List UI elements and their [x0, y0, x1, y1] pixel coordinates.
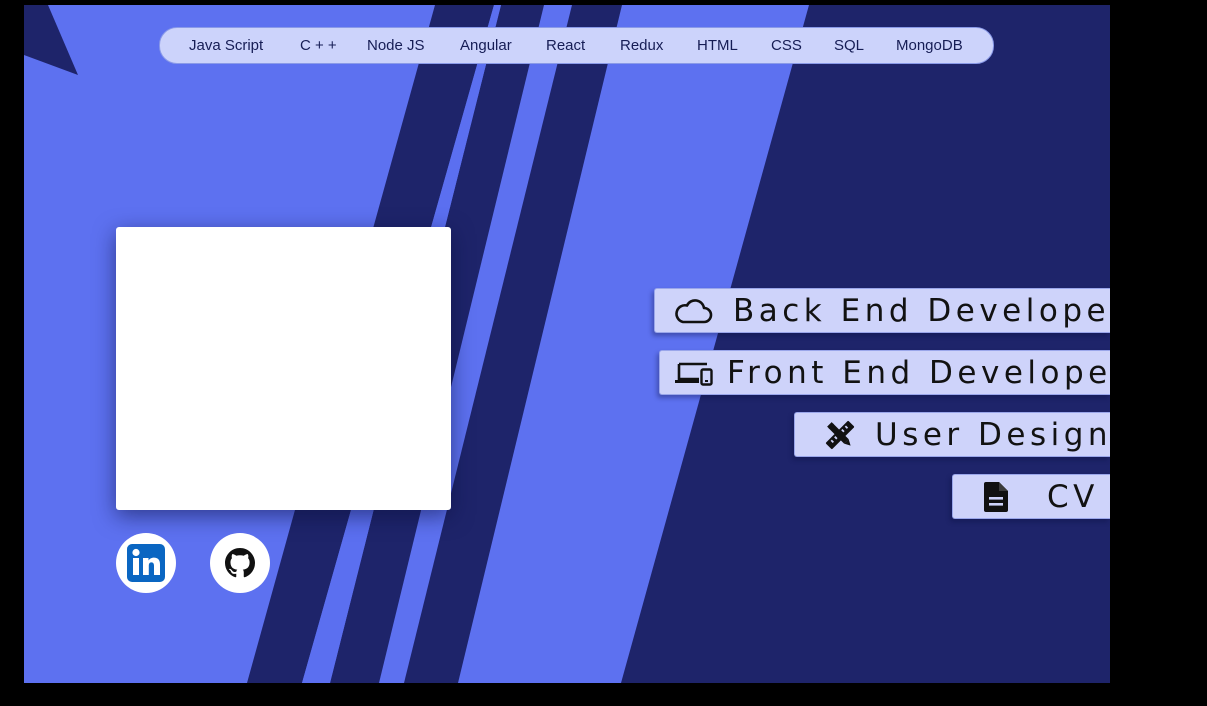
skill-nodejs[interactable]: Node JS — [367, 28, 425, 63]
skill-angular[interactable]: Angular — [460, 28, 512, 63]
role-frontend-developer[interactable]: Front End Developer — [659, 350, 1110, 395]
github-button[interactable] — [210, 533, 270, 593]
role-backend-developer[interactable]: Back End Developer — [654, 288, 1110, 333]
role-user-design[interactable]: User Design — [794, 412, 1110, 457]
document-icon — [983, 481, 1009, 512]
skill-javascript[interactable]: Java Script — [189, 28, 263, 63]
skill-redux[interactable]: Redux — [620, 28, 663, 63]
skill-react[interactable]: React — [546, 28, 585, 63]
linkedin-button[interactable] — [116, 533, 176, 593]
role-frontend-label: Front End Developer — [727, 354, 1110, 391]
skill-html[interactable]: HTML — [697, 28, 738, 63]
skill-sql[interactable]: SQL — [834, 28, 864, 63]
role-design-label: User Design — [875, 416, 1110, 453]
skills-nav: Java Script C + + Node JS Angular React … — [159, 27, 994, 64]
skill-css[interactable]: CSS — [771, 28, 802, 63]
page-canvas: Java Script C + + Node JS Angular React … — [24, 5, 1110, 683]
role-cv[interactable]: CV — [952, 474, 1110, 519]
github-icon — [225, 548, 255, 578]
cloud-icon — [673, 297, 713, 325]
role-cv-label: CV — [1047, 478, 1099, 515]
skill-cpp[interactable]: C + + — [300, 28, 337, 63]
skill-mongodb[interactable]: MongoDB — [896, 28, 963, 63]
design-tools-icon — [823, 418, 857, 452]
devices-icon — [674, 358, 714, 388]
linkedin-icon — [127, 544, 165, 582]
profile-photo — [116, 227, 451, 510]
role-backend-label: Back End Developer — [733, 292, 1110, 329]
